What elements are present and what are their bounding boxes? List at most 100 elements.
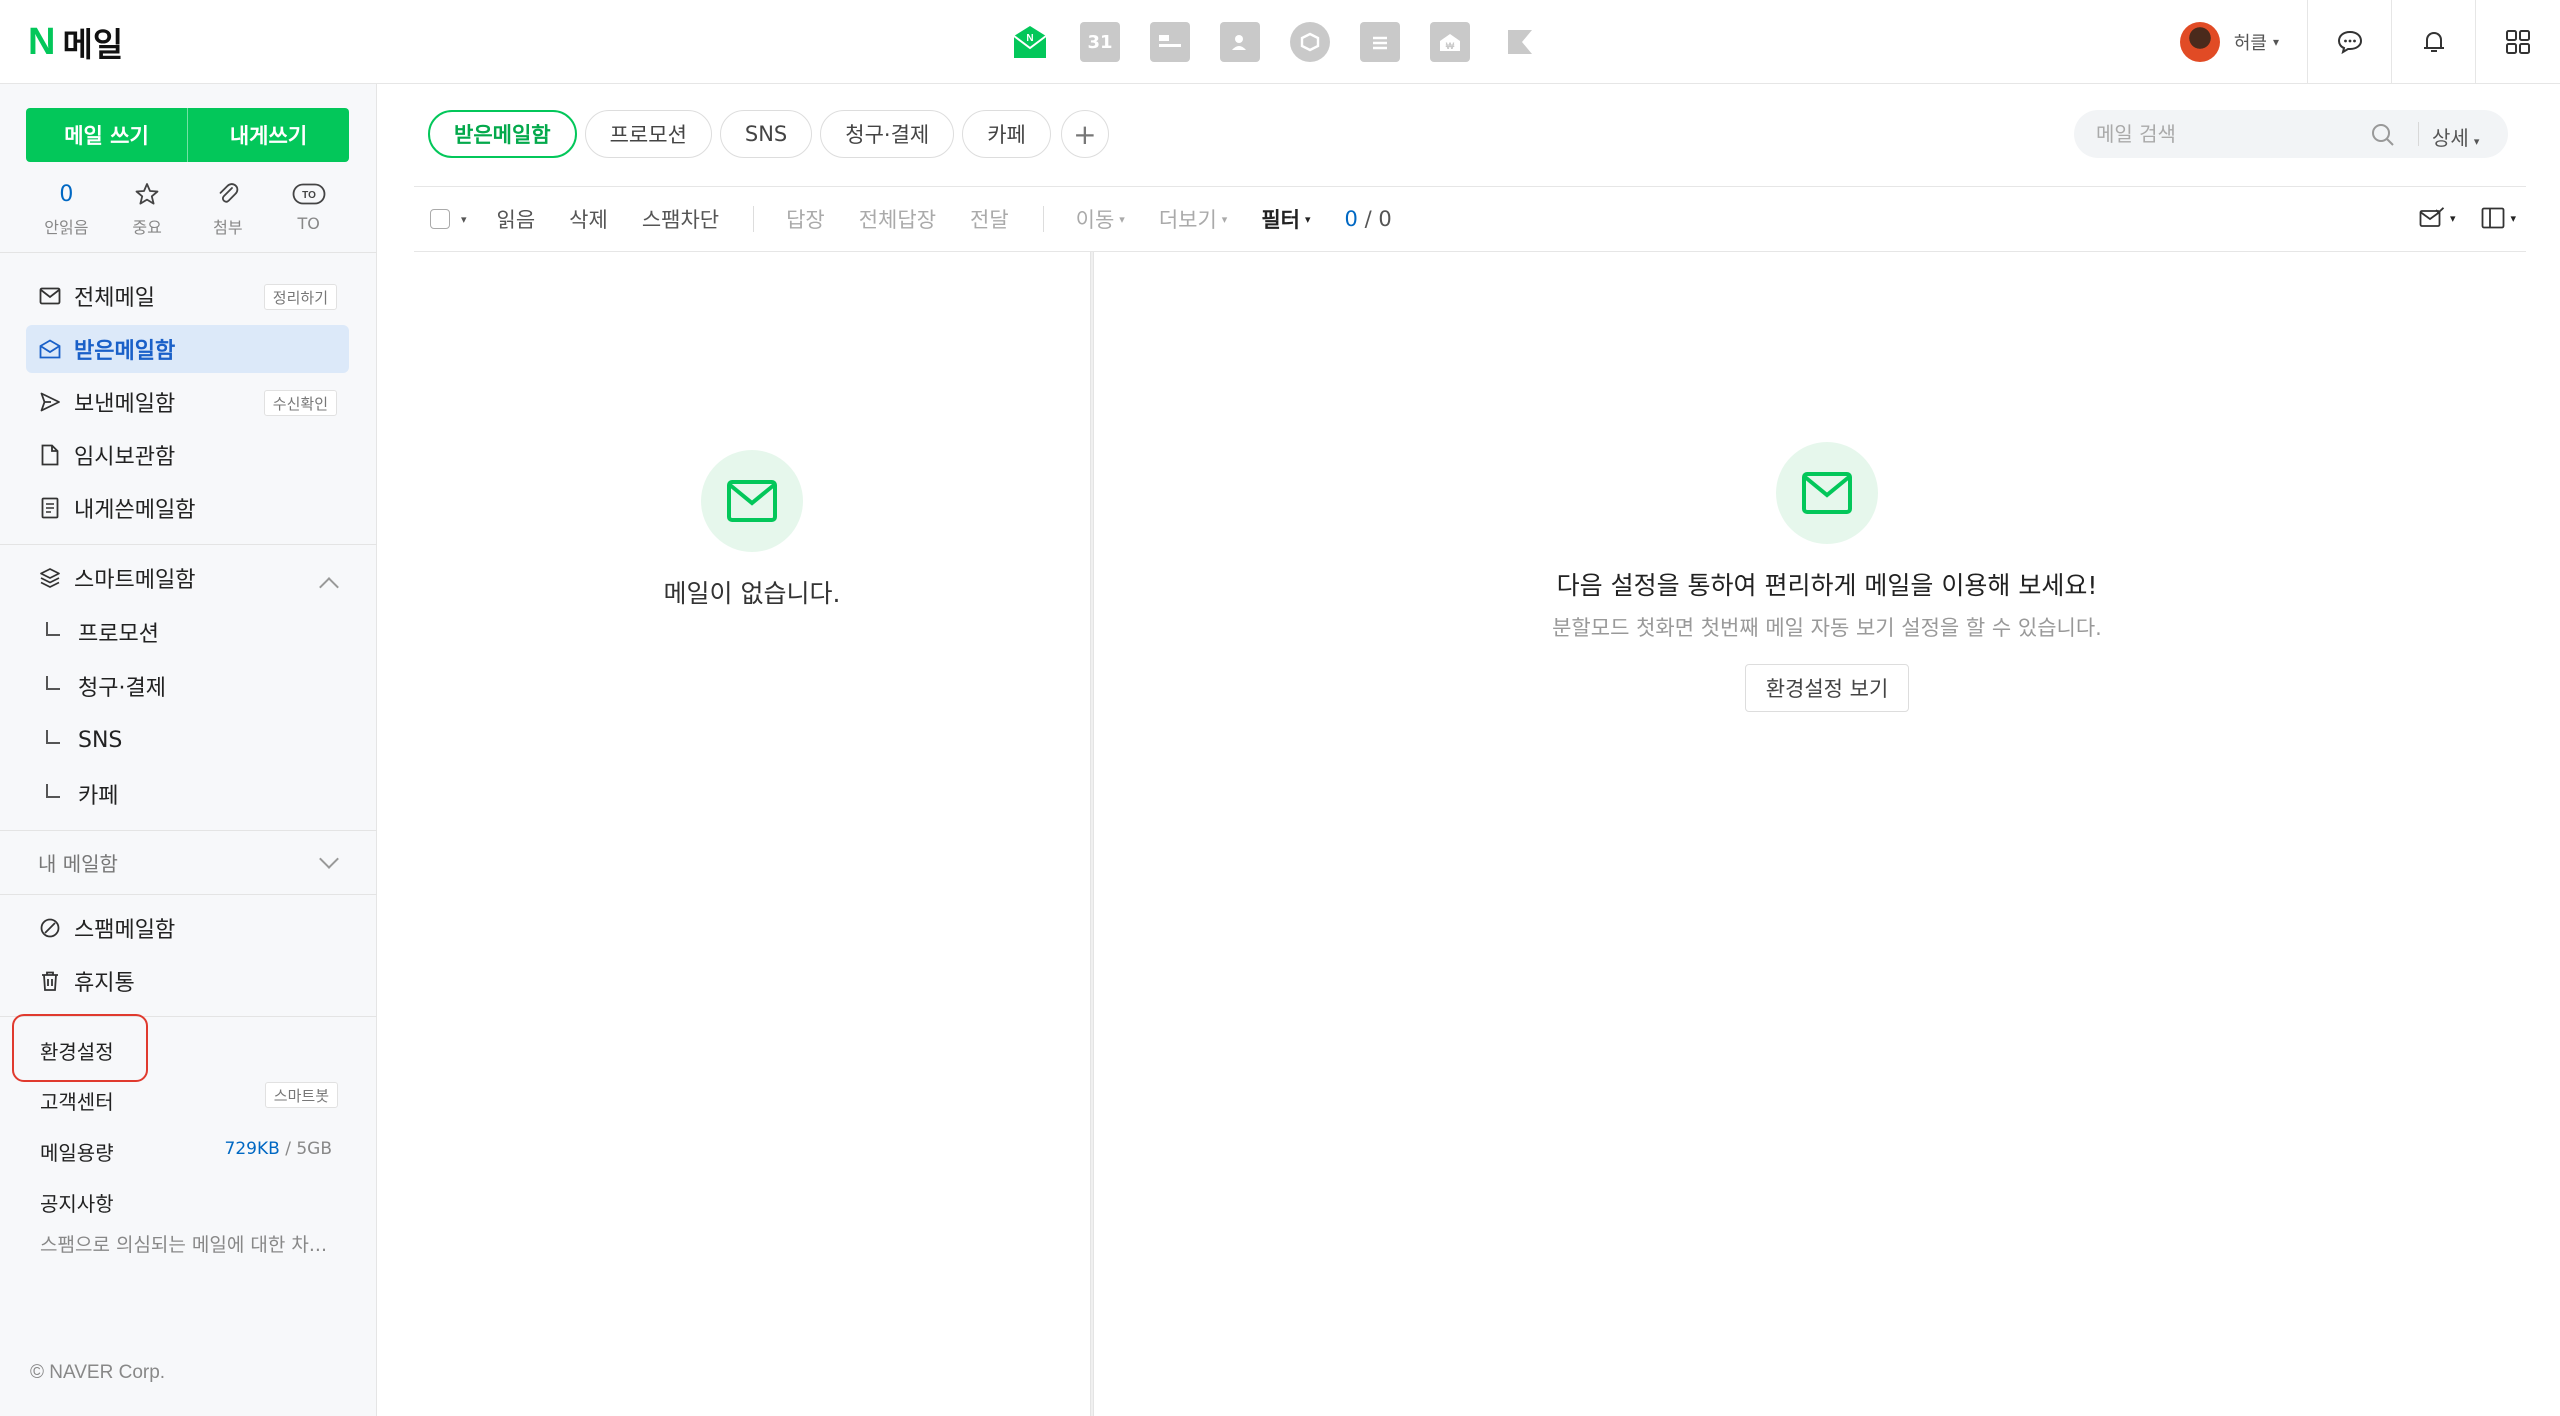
more-dropdown[interactable]: 더보기 ▾ xyxy=(1159,204,1228,234)
mail-search: 상세▾ xyxy=(2074,110,2508,158)
block-icon xyxy=(38,916,62,940)
unread-filter[interactable]: 0 안읽음 xyxy=(31,180,101,238)
mail-count: 0 / 0 xyxy=(1344,207,1392,231)
mybox-app-icon[interactable] xyxy=(1290,22,1330,62)
split-view-button[interactable]: ▾ xyxy=(2481,207,2516,229)
important-filter[interactable]: 중요 xyxy=(112,180,182,238)
chevron-down-icon: ▾ xyxy=(2272,35,2279,49)
folder-inbox[interactable]: 받은메일함 xyxy=(26,325,349,373)
smart-folder-promotion[interactable]: 프로모션 xyxy=(46,610,159,654)
notice-link[interactable]: 공지사항 xyxy=(40,1188,114,1217)
view-settings-button[interactable]: 환경설정 보기 xyxy=(1745,664,1909,712)
divider xyxy=(0,252,377,253)
search-detail-button[interactable]: 상세 ▾ xyxy=(2432,122,2479,151)
folder-sent[interactable]: 보낸메일함 수신확인 xyxy=(26,378,349,426)
chevron-down-icon: ▾ xyxy=(461,212,467,226)
inbox-icon xyxy=(38,337,62,361)
select-options-dropdown[interactable]: ▾ xyxy=(456,213,467,226)
storage-label: 메일용량 xyxy=(40,1141,114,1165)
filter-dropdown[interactable]: 필터 ▾ xyxy=(1261,204,1310,234)
grid-icon xyxy=(2506,30,2530,54)
smart-folder-billing[interactable]: 청구·결제 xyxy=(46,664,166,708)
bookmark-app-icon[interactable] xyxy=(1500,22,1540,62)
envelope-icon xyxy=(727,480,777,522)
folder-label: 휴지통 xyxy=(74,971,135,996)
pay-app-icon[interactable]: ₩ xyxy=(1430,22,1470,62)
folder-to-self[interactable]: 내게쓴메일함 xyxy=(26,484,349,532)
empty-mail-icon-circle xyxy=(701,450,803,552)
search-input[interactable] xyxy=(2096,122,2356,146)
chat-icon xyxy=(2337,30,2362,55)
folder-label: 보낸메일함 xyxy=(74,392,176,417)
attachment-filter[interactable]: 첨부 xyxy=(193,180,263,238)
compose-button[interactable]: 메일 쓰기 xyxy=(26,108,187,162)
memo-app-icon[interactable] xyxy=(1360,22,1400,62)
send-icon xyxy=(38,390,62,414)
avatar xyxy=(2179,22,2220,62)
mark-read-button[interactable]: 읽음 xyxy=(497,204,536,234)
divider xyxy=(1042,206,1044,232)
mail-app-icon[interactable]: N xyxy=(1010,22,1050,62)
delete-button[interactable]: 삭제 xyxy=(569,204,608,234)
smart-folder-cafe[interactable]: 카페 xyxy=(46,772,118,816)
read-receipt-button[interactable]: 수신확인 xyxy=(263,390,337,416)
user-menu[interactable]: 허클 ▾ xyxy=(2179,0,2308,84)
block-spam-button[interactable]: 스팸차단 xyxy=(642,204,719,234)
write-to-self-button[interactable]: 내게쓰기 xyxy=(187,108,349,162)
naver-n-logo: N xyxy=(28,20,55,63)
naver-mail-logo[interactable]: N 메일 xyxy=(28,20,123,65)
settings-link[interactable]: 환경설정 xyxy=(40,1036,114,1065)
mail-toolbar: ▾ 읽음 삭제 스팸차단 답장 전체답장 전달 이동 ▾ 더보기 ▾ 필터 ▾ 0 /… xyxy=(414,186,2526,252)
my-mailbox-label[interactable]: 내 메일함 xyxy=(38,848,118,877)
view-options: ▾ ▾ xyxy=(2393,207,2516,229)
star-icon xyxy=(135,183,159,205)
smart-mailbox-toggle[interactable]: 스마트메일함 xyxy=(26,554,349,602)
talk-button[interactable] xyxy=(2308,0,2392,84)
to-icon: TO xyxy=(292,183,326,205)
envelope-icon xyxy=(1802,472,1852,514)
organize-button[interactable]: 정리하기 xyxy=(263,284,337,310)
paperclip-icon xyxy=(219,183,239,203)
chevron-down-icon: ▾ xyxy=(2449,211,2456,225)
select-all-checkbox[interactable] xyxy=(430,209,450,229)
notice-headline[interactable]: 스팸으로 의심되는 메일에 대한 차... xyxy=(40,1230,340,1257)
divider xyxy=(753,206,755,232)
contacts-app-icon[interactable] xyxy=(1150,22,1190,62)
split-view-icon xyxy=(2482,207,2505,229)
add-tab-button[interactable]: + xyxy=(1060,110,1109,158)
notification-button[interactable] xyxy=(2392,0,2476,84)
tab-promotion[interactable]: 프로모션 xyxy=(584,110,712,158)
tab-cafe[interactable]: 카페 xyxy=(962,110,1051,158)
reply-button[interactable]: 답장 xyxy=(786,204,825,234)
tab-inbox[interactable]: 받은메일함 xyxy=(428,110,577,158)
envelope-icon xyxy=(38,284,62,308)
folder-all-mail[interactable]: 전체메일 정리하기 xyxy=(26,272,349,320)
folder-trash[interactable]: 휴지통 xyxy=(26,957,349,1005)
search-icon[interactable] xyxy=(2370,122,2396,152)
smart-folder-sns[interactable]: SNS xyxy=(46,718,122,762)
to-me-filter[interactable]: TO TO xyxy=(274,180,344,238)
forward-button[interactable]: 전달 xyxy=(970,204,1009,234)
chevron-down-icon: ▾ xyxy=(2473,135,2480,148)
pane-resize-handle[interactable] xyxy=(1090,252,1094,1416)
mailbox-tabs: 받은메일함 프로모션 SNS 청구·결제 카페 + xyxy=(428,110,1109,158)
customer-center-link[interactable]: 고객센터 xyxy=(40,1086,114,1115)
address-book-app-icon[interactable] xyxy=(1220,22,1260,62)
tab-sns[interactable]: SNS xyxy=(719,110,813,158)
folder-drafts[interactable]: 임시보관함 xyxy=(26,431,349,479)
trash-icon xyxy=(38,969,62,993)
sidebar: 메일 쓰기 내게쓰기 0 안읽음 중요 첨부 TO TO 전체메일 정리하기 받… xyxy=(0,84,377,1416)
folder-spam[interactable]: 스팸메일함 xyxy=(26,904,349,952)
tab-billing[interactable]: 청구·결제 xyxy=(820,110,955,158)
move-dropdown[interactable]: 이동 ▾ xyxy=(1076,204,1125,234)
read-status-view-button[interactable]: ▾ xyxy=(2419,207,2456,229)
chevron-down-icon[interactable] xyxy=(319,849,339,869)
folder-label: 전체메일 xyxy=(74,286,155,311)
reply-all-button[interactable]: 전체답장 xyxy=(859,204,936,234)
chevron-down-icon: ▾ xyxy=(2510,211,2516,225)
calendar-app-icon[interactable]: 31 xyxy=(1080,22,1120,62)
user-name: 허클 xyxy=(2233,33,2267,54)
svg-text:N: N xyxy=(1026,33,1033,44)
all-services-button[interactable] xyxy=(2476,0,2560,84)
smart-bot-button[interactable]: 스마트봇 xyxy=(264,1082,338,1108)
